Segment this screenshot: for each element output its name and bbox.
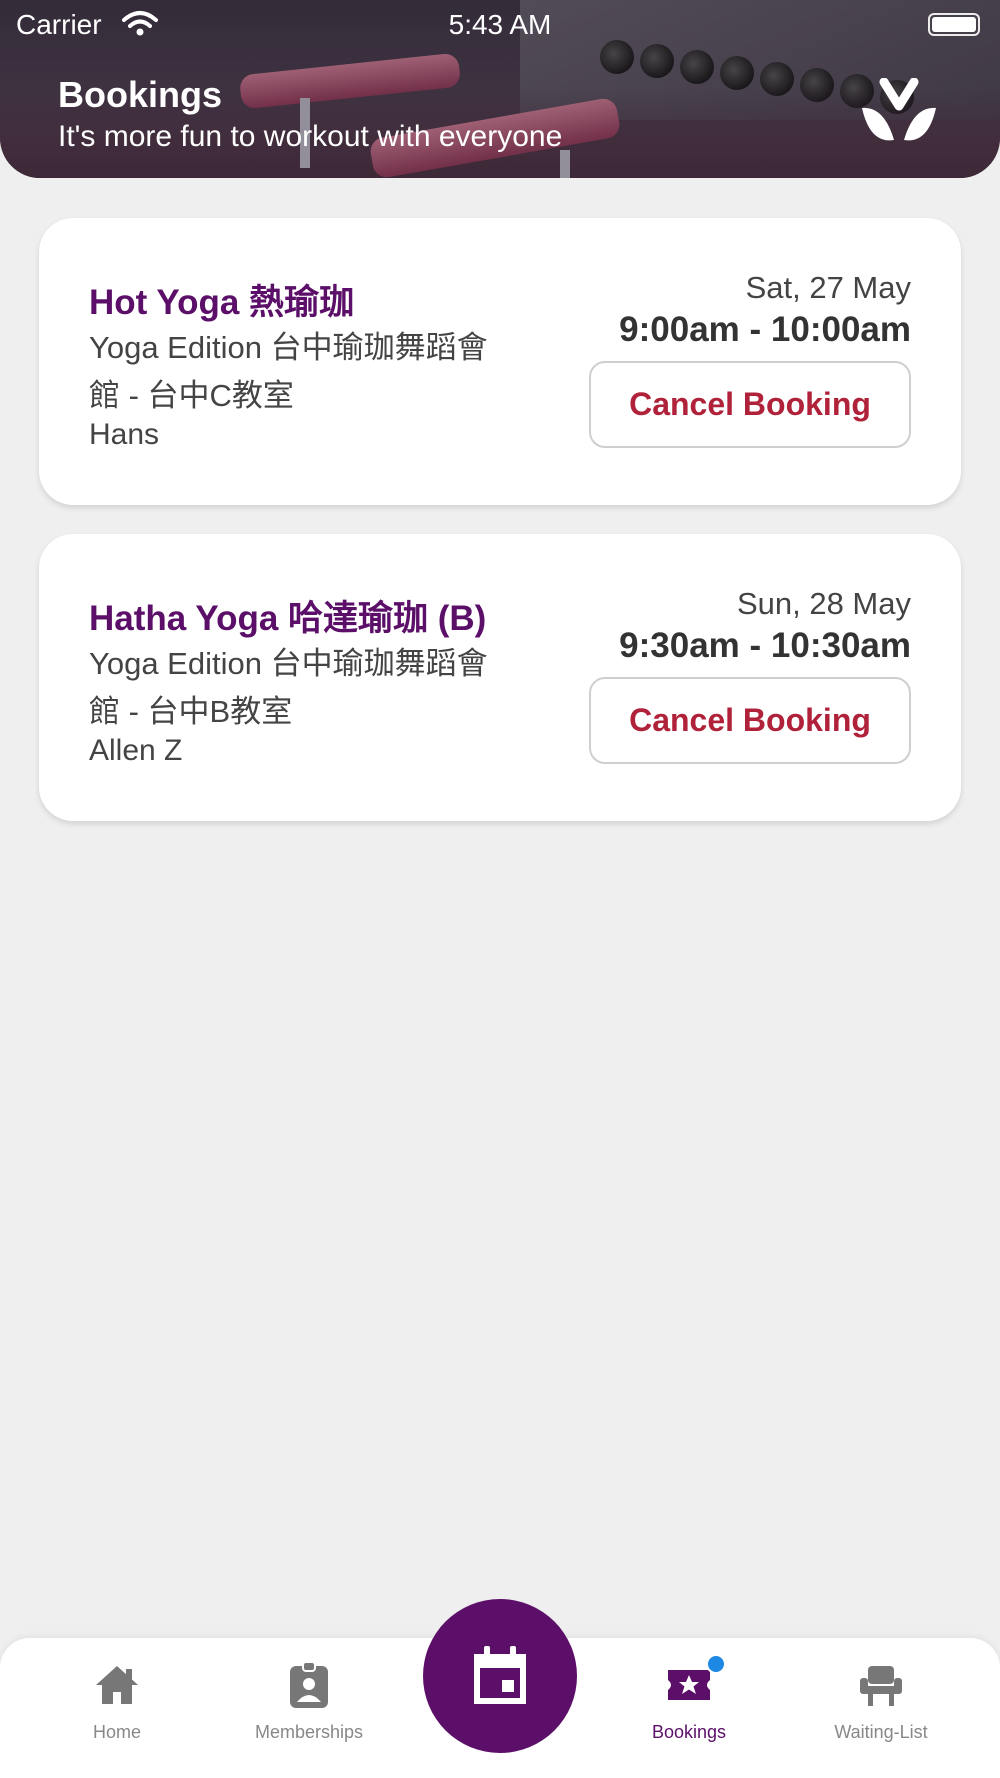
booking-time: 9:30am - 10:30am [619,626,911,665]
tab-label: Memberships [254,1722,364,1742]
calendar-icon [474,1646,526,1704]
class-name: Hot Yoga 熱瑜珈 [89,283,355,322]
battery-icon [928,13,980,36]
tab-label: Bookings [651,1722,727,1742]
status-bar: Carrier 5:43 AM [0,0,1000,50]
notification-dot [706,1654,726,1674]
booking-date: Sun, 28 May [736,586,911,621]
tab-home[interactable]: Home [47,1660,187,1760]
booking-card: Hatha Yoga 哈達瑜珈 (B) Yoga Edition 台中瑜珈舞蹈會… [39,534,961,821]
brand-logo-icon [862,78,936,141]
status-time: 5:43 AM [448,9,552,40]
chair-icon [860,1666,902,1706]
booking-date: Sat, 27 May [745,270,911,305]
badge-icon [290,1661,328,1708]
bookings-screen: Carrier 5:43 AM Bookings It's more fun t… [0,0,1000,1778]
tab-label: Home [92,1722,141,1742]
tab-label: Waiting-List [834,1722,928,1742]
studio-name: Yoga Edition 台中瑜珈舞蹈會館 - 台中C教室 [89,330,488,413]
page-subtitle: It's more fun to workout with everyone [58,120,563,153]
schedule-fab-button[interactable] [423,1599,577,1753]
header-banner: Carrier 5:43 AM Bookings It's more fun t… [0,0,1000,178]
page-title: Bookings [58,74,223,115]
studio-name: Yoga Edition 台中瑜珈舞蹈會館 - 台中B教室 [89,646,488,729]
cancel-booking-button[interactable]: Cancel Booking [589,677,911,764]
booking-time: 9:00am - 10:00am [619,310,911,349]
tab-bookings[interactable]: Bookings [619,1654,759,1760]
tab-memberships[interactable]: Memberships [239,1660,379,1760]
class-name: Hatha Yoga 哈達瑜珈 (B) [89,599,487,638]
instructor-name: Allen Z [89,734,183,767]
booking-card: Hot Yoga 熱瑜珈 Yoga Edition 台中瑜珈舞蹈會館 - 台中C… [39,218,961,505]
home-icon [96,1666,138,1704]
instructor-name: Hans [89,418,160,451]
tab-waiting-list[interactable]: Waiting-List [811,1660,951,1760]
cancel-booking-button[interactable]: Cancel Booking [589,361,911,448]
